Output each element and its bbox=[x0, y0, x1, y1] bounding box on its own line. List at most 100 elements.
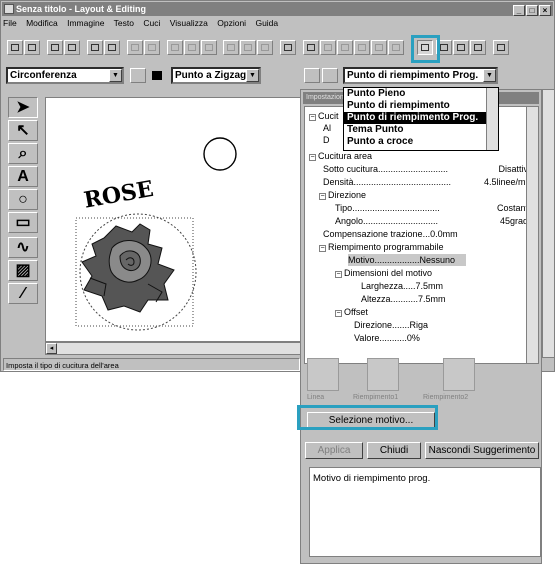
open-file-icon[interactable] bbox=[24, 40, 40, 55]
mirror-v-icon[interactable] bbox=[240, 40, 256, 55]
menu-cuci[interactable]: Cuci bbox=[143, 18, 160, 28]
tree-item[interactable]: Angolo.............................. 45gr… bbox=[335, 215, 535, 227]
circle-tool-icon[interactable]: ○ bbox=[8, 189, 38, 210]
new-file-icon[interactable] bbox=[7, 40, 23, 55]
select-arrow-icon[interactable]: ➤ bbox=[8, 97, 38, 118]
stamp-tool-icon[interactable]: ▨ bbox=[8, 260, 38, 281]
align-center-icon[interactable] bbox=[337, 40, 353, 55]
tree-scrollbar[interactable] bbox=[526, 107, 538, 363]
menu-testo[interactable]: Testo bbox=[114, 18, 134, 28]
dropdown-option[interactable]: Punto a croce bbox=[344, 136, 498, 148]
shape-combo[interactable]: Circonferenza ▼ bbox=[6, 67, 124, 84]
tree-item[interactable]: Larghezza.....7.5mm bbox=[361, 280, 443, 292]
circle-shape[interactable] bbox=[203, 137, 237, 171]
send-card-icon[interactable] bbox=[104, 40, 120, 55]
settings-panel: Impostazioni − Cucit Al D − Cucitura area … bbox=[300, 89, 542, 564]
menu-opzioni[interactable]: Opzioni bbox=[217, 18, 246, 28]
app-icon bbox=[4, 4, 14, 14]
tree-item[interactable]: Valore...........0% bbox=[354, 332, 420, 344]
close-button[interactable]: × bbox=[539, 5, 551, 16]
copy-icon[interactable] bbox=[184, 40, 200, 55]
rotate-icon[interactable] bbox=[257, 40, 273, 55]
horizontal-scrollbar[interactable]: ◂ bbox=[45, 342, 301, 355]
main-toolbar bbox=[3, 32, 553, 62]
fill-stitch-value: Punto di riempimento Prog. bbox=[347, 70, 479, 81]
manual-punch-tool-icon[interactable]: ⁄ bbox=[8, 283, 38, 304]
dropdown-option-selected[interactable]: Punto di riempimento Prog. bbox=[344, 112, 498, 124]
fill2-swatch[interactable] bbox=[443, 358, 475, 391]
tree-item[interactable]: Densità.................................… bbox=[323, 176, 535, 188]
menu-immagine[interactable]: Immagine bbox=[67, 18, 104, 28]
region-color-icon[interactable] bbox=[304, 68, 320, 83]
minimize-button[interactable]: _ bbox=[513, 5, 525, 16]
tree-item[interactable]: − Dimensioni del motivo bbox=[335, 267, 432, 279]
tree-item[interactable]: Compensazione trazione...0.0mm bbox=[323, 228, 458, 240]
preview-icon[interactable] bbox=[453, 40, 469, 55]
mirror-h-icon[interactable] bbox=[223, 40, 239, 55]
menu-modifica[interactable]: Modifica bbox=[26, 18, 58, 28]
chevron-down-icon[interactable]: ▼ bbox=[483, 69, 496, 82]
fill1-swatch[interactable] bbox=[367, 358, 399, 391]
tree-item[interactable]: − Direzione bbox=[319, 189, 366, 201]
tree-item[interactable]: D bbox=[323, 134, 330, 146]
rose-embroidery[interactable] bbox=[81, 223, 175, 313]
point-edit-icon[interactable]: ↖ bbox=[8, 120, 38, 141]
realistic-view-icon[interactable] bbox=[470, 40, 486, 55]
tree-item[interactable]: Altezza...........7.5mm bbox=[361, 293, 446, 305]
tree-item[interactable]: − Cucitura area bbox=[309, 150, 372, 162]
text-tool-icon[interactable]: A bbox=[8, 166, 38, 187]
import-icon[interactable] bbox=[47, 40, 63, 55]
dropdown-option[interactable]: Punto di riempimento bbox=[344, 100, 498, 112]
menu-visualizza[interactable]: Visualizza bbox=[170, 18, 208, 28]
region-sew-icon[interactable] bbox=[322, 68, 338, 83]
design-canvas[interactable]: ROSE bbox=[45, 97, 301, 342]
apply-button[interactable]: Applica bbox=[305, 442, 363, 459]
fill-stitch-dropdown[interactable]: Punto Pieno Punto di riempimento Punto d… bbox=[343, 87, 499, 151]
paste-icon[interactable] bbox=[201, 40, 217, 55]
save-icon[interactable] bbox=[87, 40, 103, 55]
design-center-icon[interactable] bbox=[493, 40, 509, 55]
tree-item-motivo[interactable]: Motivo..................Nessuno bbox=[348, 254, 466, 266]
align-top-icon[interactable] bbox=[371, 40, 387, 55]
line-swatch[interactable] bbox=[307, 358, 339, 391]
vertical-scrollbar[interactable] bbox=[542, 89, 555, 358]
align-left-icon[interactable] bbox=[320, 40, 336, 55]
status-bar: Imposta il tipo di cucitura dell'area bbox=[3, 358, 300, 371]
rose-text[interactable]: ROSE bbox=[82, 176, 156, 214]
polyline-tool-icon[interactable]: ∿ bbox=[8, 237, 38, 258]
dropdown-option[interactable]: Punto Pieno bbox=[344, 88, 498, 100]
tree-item[interactable]: − Riempimento programmabile bbox=[319, 241, 444, 253]
close-panel-button[interactable]: Chiudi bbox=[367, 442, 421, 459]
zoom-tool-icon[interactable]: ⌕ bbox=[8, 143, 38, 164]
menu-guida[interactable]: Guida bbox=[255, 18, 278, 28]
scroll-left-icon[interactable]: ◂ bbox=[46, 343, 57, 354]
tree-item[interactable]: − Cucit bbox=[309, 110, 339, 122]
redo-icon[interactable] bbox=[144, 40, 160, 55]
chevron-down-icon[interactable]: ▼ bbox=[109, 69, 122, 82]
tree-item[interactable]: Direzione.......Riga bbox=[354, 319, 428, 331]
dropdown-option[interactable]: Tema Punto bbox=[344, 124, 498, 136]
align-bottom-icon[interactable] bbox=[388, 40, 404, 55]
zoom-icon[interactable] bbox=[280, 40, 296, 55]
sew-property-icon[interactable] bbox=[303, 40, 319, 55]
chevron-down-icon[interactable]: ▼ bbox=[246, 69, 259, 82]
menu-file[interactable]: File bbox=[3, 18, 17, 28]
tree-item[interactable]: Al bbox=[323, 122, 331, 134]
tree-item[interactable]: − Offset bbox=[335, 306, 368, 318]
dropdown-scrollbar[interactable] bbox=[486, 88, 498, 150]
import-file-icon[interactable] bbox=[64, 40, 80, 55]
hide-hint-button[interactable]: Nascondi Suggerimento bbox=[425, 442, 539, 459]
line-color-icon[interactable] bbox=[130, 68, 146, 83]
align-right-icon[interactable] bbox=[354, 40, 370, 55]
maximize-button[interactable]: □ bbox=[526, 5, 538, 16]
cut-icon[interactable] bbox=[167, 40, 183, 55]
shape-combo-value: Circonferenza bbox=[10, 70, 77, 81]
line-stitch-combo[interactable]: Punto a Zigzag ▼ bbox=[171, 67, 261, 84]
tree-item[interactable]: Sotto cucitura..........................… bbox=[323, 163, 535, 175]
rectangle-tool-icon[interactable]: ▭ bbox=[8, 212, 38, 233]
tree-item[interactable]: Tipo................................... C… bbox=[335, 202, 535, 214]
undo-icon[interactable] bbox=[127, 40, 143, 55]
fill-color-icon[interactable] bbox=[149, 68, 165, 83]
swatch-label-fill1: Riempimento1 bbox=[353, 394, 399, 401]
fill-stitch-combo[interactable]: Punto di riempimento Prog. ▼ bbox=[343, 67, 498, 84]
